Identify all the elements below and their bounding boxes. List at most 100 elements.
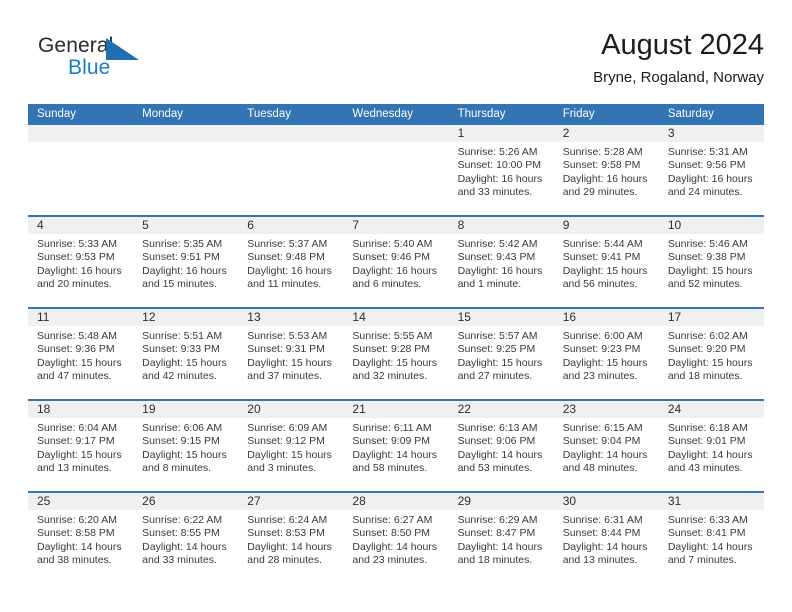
day-daylight-text: Daylight: 14 hours (352, 540, 438, 553)
day-cell[interactable]: Sunrise: 6:15 AM Sunset: 9:04 PM Daylight:… (554, 418, 659, 491)
day-cell[interactable]: Sunrise: 5:35 AM Sunset: 9:51 PM Daylight:… (133, 234, 238, 307)
day-number[interactable]: 11 (28, 309, 133, 326)
day-number[interactable]: 9 (554, 217, 659, 234)
day-cell[interactable]: Sunrise: 5:40 AM Sunset: 9:46 PM Daylight:… (343, 234, 448, 307)
calendar-week-row: 18 19 20 21 22 23 24 Sunrise: 6:04 AM Sunset: 9:… (28, 399, 764, 491)
day-number[interactable]: 12 (133, 309, 238, 326)
day-cell[interactable]: Sunrise: 5:37 AM Sunset: 9:48 PM Daylight:… (238, 234, 343, 307)
day-number[interactable]: 31 (659, 493, 764, 510)
day-sunset-text: Sunset: 10:00 PM (457, 159, 542, 172)
day-daylight-text: and 15 minutes. (142, 277, 217, 290)
day-number[interactable]: 14 (343, 309, 448, 326)
day-daylight-text: and 18 minutes. (457, 553, 533, 566)
day-daylight-text: Daylight: 15 hours (667, 264, 753, 277)
day-cell[interactable]: Sunrise: 5:28 AM Sunset: 9:58 PM Daylight:… (554, 142, 659, 215)
day-sunset-text: Sunset: 8:53 PM (247, 527, 325, 540)
day-daylight-text: and 27 minutes. (457, 369, 533, 382)
day-number[interactable]: 25 (28, 493, 133, 510)
day-cell[interactable]: Sunrise: 6:04 AM Sunset: 9:17 PM Daylight:… (28, 418, 133, 491)
day-number[interactable]: 1 (449, 125, 554, 142)
day-daylight-text: and 56 minutes. (562, 277, 638, 290)
day-cell[interactable]: Sunrise: 5:46 AM Sunset: 9:38 PM Daylight:… (659, 234, 764, 307)
day-sunrise-text: Sunrise: 6:33 AM (667, 514, 748, 526)
day-number[interactable]: 24 (659, 401, 764, 418)
weekday-header-wednesday: Wednesday (352, 108, 413, 120)
day-number[interactable]: 2 (554, 125, 659, 142)
day-sunrise-text: Sunrise: 5:33 AM (37, 238, 117, 250)
day-cell[interactable]: Sunrise: 5:42 AM Sunset: 9:43 PM Daylight:… (449, 234, 554, 307)
day-number[interactable]: 7 (343, 217, 448, 234)
day-cell[interactable]: Sunrise: 6:33 AM Sunset: 8:41 PM Daylight:… (659, 510, 764, 583)
day-cell[interactable]: Sunrise: 6:27 AM Sunset: 8:50 PM Daylight:… (343, 510, 448, 583)
day-number[interactable]: 6 (238, 217, 343, 234)
day-daylight-text: and 58 minutes. (352, 461, 428, 474)
day-daylight-text: and 53 minutes. (457, 461, 533, 474)
day-daylight-text: and 37 minutes. (247, 369, 322, 382)
day-cell[interactable]: Sunrise: 6:11 AM Sunset: 9:09 PM Daylight:… (343, 418, 448, 491)
day-number[interactable]: 15 (449, 309, 554, 326)
day-cell[interactable]: Sunrise: 6:20 AM Sunset: 8:58 PM Daylight:… (28, 510, 133, 583)
day-number[interactable]: 29 (449, 493, 554, 510)
weekday-header-row: Sunday Monday Tuesday Wednesday Thursday… (28, 104, 764, 125)
day-cell[interactable]: Sunrise: 5:48 AM Sunset: 9:36 PM Daylight:… (28, 326, 133, 399)
week-date-strip: 4 5 6 7 8 9 10 (28, 217, 764, 234)
day-number[interactable]: 5 (133, 217, 238, 234)
day-cell[interactable]: Sunrise: 5:57 AM Sunset: 9:25 PM Daylight:… (449, 326, 554, 399)
day-cell[interactable]: Sunrise: 6:29 AM Sunset: 8:47 PM Daylight:… (449, 510, 554, 583)
day-sunrise-text: Sunrise: 6:09 AM (247, 422, 328, 434)
week-body-row: Sunrise: 6:20 AM Sunset: 8:58 PM Daylight:… (28, 510, 764, 583)
day-cell[interactable]: Sunrise: 5:31 AM Sunset: 9:56 PM Daylight:… (659, 142, 764, 215)
day-number[interactable]: 4 (28, 217, 133, 234)
day-sunrise-text: Sunrise: 6:22 AM (142, 514, 223, 526)
day-number[interactable]: 16 (554, 309, 659, 326)
day-sunrise-text: Sunrise: 5:28 AM (562, 146, 643, 158)
day-number[interactable]: 13 (238, 309, 343, 326)
day-cell[interactable]: Sunrise: 6:13 AM Sunset: 9:06 PM Daylight:… (449, 418, 554, 491)
day-daylight-text: and 20 minutes. (37, 277, 112, 290)
day-number[interactable]: 19 (133, 401, 238, 418)
day-cell[interactable]: Sunrise: 5:26 AM Sunset: 10:00 PM Daylight… (449, 142, 554, 215)
day-number[interactable]: 18 (28, 401, 133, 418)
day-daylight-text: and 29 minutes. (562, 185, 638, 198)
general-blue-logo[interactable]: General Blue (38, 34, 168, 86)
day-number[interactable]: 3 (659, 125, 764, 142)
day-daylight-text: Daylight: 15 hours (667, 356, 753, 369)
day-number[interactable]: 22 (449, 401, 554, 418)
day-number[interactable]: 30 (554, 493, 659, 510)
day-cell[interactable]: Sunrise: 5:51 AM Sunset: 9:33 PM Daylight:… (133, 326, 238, 399)
day-number[interactable]: 17 (659, 309, 764, 326)
day-number[interactable]: 20 (238, 401, 343, 418)
day-sunset-text: Sunset: 8:55 PM (142, 527, 220, 540)
day-cell[interactable]: Sunrise: 6:31 AM Sunset: 8:44 PM Daylight:… (554, 510, 659, 583)
day-cell[interactable]: Sunrise: 5:33 AM Sunset: 9:53 PM Daylight:… (28, 234, 133, 307)
day-daylight-text: Daylight: 15 hours (562, 356, 648, 369)
day-cell[interactable]: Sunrise: 6:18 AM Sunset: 9:01 PM Daylight:… (659, 418, 764, 491)
day-cell[interactable]: Sunrise: 6:22 AM Sunset: 8:55 PM Daylight:… (133, 510, 238, 583)
day-cell[interactable]: Sunrise: 6:24 AM Sunset: 8:53 PM Daylight:… (238, 510, 343, 583)
day-cell[interactable]: Sunrise: 6:02 AM Sunset: 9:20 PM Daylight:… (659, 326, 764, 399)
day-daylight-text: and 8 minutes. (142, 461, 212, 474)
page-title: August 2024 (601, 29, 764, 61)
day-number[interactable]: 8 (449, 217, 554, 234)
day-number[interactable]: 10 (659, 217, 764, 234)
day-sunset-text: Sunset: 9:51 PM (142, 251, 220, 264)
day-number[interactable]: 23 (554, 401, 659, 418)
day-number[interactable]: 28 (343, 493, 448, 510)
day-cell[interactable]: Sunrise: 5:55 AM Sunset: 9:28 PM Daylight:… (343, 326, 448, 399)
day-cell[interactable]: Sunrise: 5:53 AM Sunset: 9:31 PM Daylight:… (238, 326, 343, 399)
day-sunrise-text: Sunrise: 6:18 AM (667, 422, 748, 434)
day-cell[interactable]: Sunrise: 6:06 AM Sunset: 9:15 PM Daylight:… (133, 418, 238, 491)
day-number[interactable]: 21 (343, 401, 448, 418)
week-date-strip: 11 12 13 14 15 16 17 (28, 309, 764, 326)
day-daylight-text: and 6 minutes. (352, 277, 422, 290)
day-sunset-text: Sunset: 9:48 PM (247, 251, 325, 264)
day-sunset-text: Sunset: 9:36 PM (37, 343, 115, 356)
day-number[interactable]: 27 (238, 493, 343, 510)
day-number[interactable]: 26 (133, 493, 238, 510)
day-cell[interactable]: Sunrise: 5:44 AM Sunset: 9:41 PM Daylight:… (554, 234, 659, 307)
day-daylight-text: Daylight: 14 hours (562, 540, 648, 553)
day-cell[interactable]: Sunrise: 6:00 AM Sunset: 9:23 PM Daylight:… (554, 326, 659, 399)
day-sunrise-text: Sunrise: 6:29 AM (457, 514, 538, 526)
day-sunrise-text: Sunrise: 6:15 AM (562, 422, 643, 434)
day-cell[interactable]: Sunrise: 6:09 AM Sunset: 9:12 PM Daylight:… (238, 418, 343, 491)
